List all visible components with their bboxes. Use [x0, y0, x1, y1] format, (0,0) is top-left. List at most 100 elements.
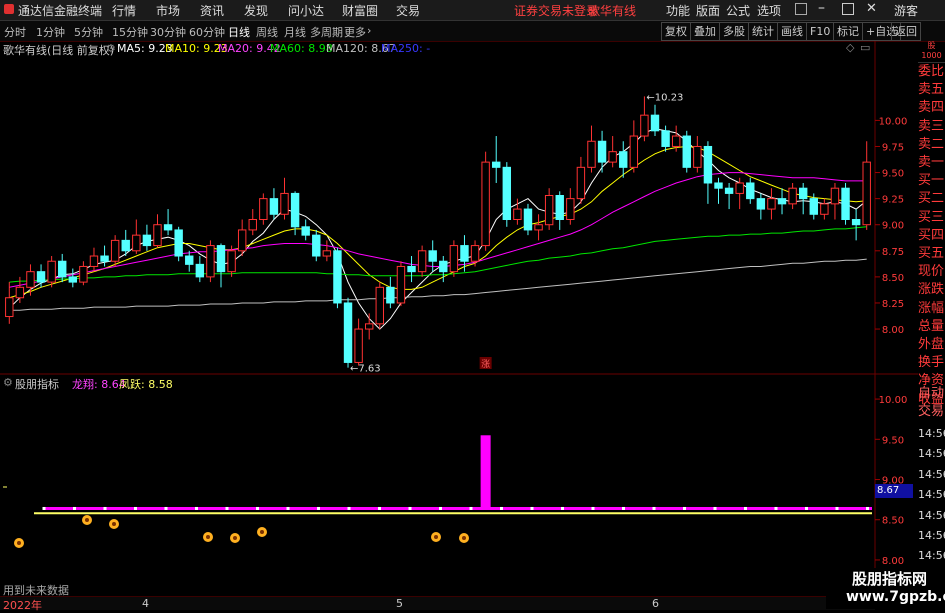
period-60min[interactable]: 60分钟: [189, 24, 225, 40]
period-monthly[interactable]: 月线: [284, 24, 306, 40]
period-30min[interactable]: 30分钟: [150, 24, 186, 40]
side-item-3[interactable]: 卖三: [918, 118, 945, 136]
menu-zixun[interactable]: 资讯: [200, 2, 224, 19]
menu-xuanxiang[interactable]: 选项: [757, 2, 781, 19]
candle-body: [767, 198, 776, 210]
period-daily[interactable]: 日线: [228, 24, 250, 40]
period-weekly[interactable]: 周线: [256, 24, 278, 40]
candle-body: [714, 182, 723, 189]
candle-body: [756, 198, 766, 210]
period-1min[interactable]: 1分钟: [36, 24, 65, 40]
candle-body: [121, 239, 130, 252]
diejia-button[interactable]: 叠加: [690, 22, 720, 41]
stock-title: 歌华有线(日线 前复权): [3, 44, 115, 57]
menu-gongneng[interactable]: 功能: [666, 2, 690, 19]
side-item-9[interactable]: 买四: [918, 227, 945, 245]
menu-faxian[interactable]: 发现: [244, 2, 268, 19]
diamond-icon[interactable]: ◇: [846, 41, 854, 54]
side-item-13[interactable]: 涨幅: [918, 300, 945, 318]
candle-body: [746, 182, 755, 200]
candle-body: [322, 250, 332, 257]
candle-body: [619, 151, 628, 168]
menu-banmian[interactable]: 版面: [696, 2, 720, 19]
menu-gongshi[interactable]: 公式: [726, 2, 750, 19]
longxiang-label: 龙翔: 8.64: [72, 378, 126, 391]
longxiang-dot: [195, 506, 198, 510]
side-item-7[interactable]: 买二: [918, 190, 945, 208]
side-item-2[interactable]: 卖四: [918, 99, 945, 117]
fuquan-button[interactable]: 复权: [661, 22, 691, 41]
guest-label[interactable]: 游客: [894, 2, 918, 19]
candle-body: [185, 255, 194, 265]
side-item-25[interactable]: 14:56: [918, 507, 945, 525]
side-item-24[interactable]: 14:56: [918, 486, 945, 504]
year-label: 2022年: [3, 599, 42, 612]
period-15min[interactable]: 15分钟: [112, 24, 148, 40]
menu-caifuquan[interactable]: 财富圈: [342, 2, 378, 19]
f10-button[interactable]: F10: [806, 22, 835, 41]
maximize-icon[interactable]: [842, 3, 854, 15]
candle-body: [36, 271, 46, 283]
side-item-19[interactable]: 自动: [918, 385, 945, 403]
side-item-15[interactable]: 外盘: [918, 336, 945, 354]
side-item-21[interactable]: 14:56: [918, 425, 945, 443]
side-item-6[interactable]: 买一: [918, 172, 945, 190]
menu-wenxiaoda[interactable]: 问小达: [288, 2, 324, 19]
y-tick-label: 8.25: [882, 299, 904, 310]
menu-jiaoyi[interactable]: 交易: [396, 2, 420, 19]
side-item-23[interactable]: 14:56: [918, 466, 945, 484]
window-mode-icon[interactable]: [795, 3, 807, 15]
login-status[interactable]: 证券交易未登录: [514, 2, 598, 19]
menu-hangqing[interactable]: 行情: [112, 2, 136, 19]
period-5min[interactable]: 5分钟: [74, 24, 103, 40]
period-multi[interactable]: 多周期: [310, 24, 343, 40]
longxiang-dot: [225, 506, 229, 510]
side-item-5[interactable]: 卖一: [918, 154, 945, 172]
app-logo-icon: [4, 4, 14, 14]
candle-body: [703, 145, 713, 184]
side-item-11[interactable]: 现价: [918, 263, 945, 281]
price-axis: 10.00 9.75 9.50 9.25 9.00 8.75 8.50 8.25 8.00: [875, 116, 907, 336]
side-item-16[interactable]: 换手: [918, 354, 945, 372]
more-chevron-icon[interactable]: ›: [367, 24, 371, 37]
side-item-22[interactable]: 14:56: [918, 445, 945, 463]
candle-body: [216, 245, 226, 273]
side-item-27[interactable]: 14:56: [918, 547, 945, 565]
period-more[interactable]: 更多: [344, 24, 366, 40]
duogu-button[interactable]: 多股: [719, 22, 749, 41]
candle-body: [364, 323, 374, 330]
candle-body: [608, 151, 617, 163]
sub-y-tick-label: 8.00: [882, 556, 904, 567]
side-item-12[interactable]: 涨跌: [918, 281, 945, 299]
kline-chart[interactable]: ←10.23 ←7.63 涨 10.00 9.75 9.50 9.25 9.00 8.75 8.…: [0, 41, 918, 609]
side-item-20[interactable]: 交易: [918, 403, 945, 421]
side-item-4[interactable]: 卖二: [918, 136, 945, 154]
side-item-0[interactable]: 委比: [918, 63, 945, 81]
huaxian-button[interactable]: 画线: [777, 22, 807, 41]
candle-body: [195, 263, 205, 278]
candle-body: [650, 114, 660, 132]
expand-icon[interactable]: ▭: [860, 41, 870, 54]
longxiang-dot: [73, 506, 76, 510]
side-item-10[interactable]: 买五: [918, 245, 945, 263]
candlesticks: ←10.23 ←7.63 涨: [5, 92, 871, 375]
biaoji-button[interactable]: 标记: [833, 22, 863, 41]
sub-gear-icon[interactable]: ⚙: [3, 376, 13, 389]
candle-body: [301, 226, 310, 236]
back-button[interactable]: 返回: [891, 22, 921, 41]
candle-body: [174, 229, 183, 257]
longxiang-dot: [134, 506, 137, 510]
minimize-icon[interactable]: –: [818, 0, 825, 16]
ma60-label: MA60: 8.98: [270, 42, 333, 55]
side-item-26[interactable]: 14:56: [918, 527, 945, 545]
settings-gear-icon[interactable]: ⚙: [106, 42, 116, 55]
menu-shichang[interactable]: 市场: [156, 2, 180, 19]
y-tick-label: 8.50: [882, 273, 904, 284]
tongji-button[interactable]: 统计: [748, 22, 778, 41]
period-fenshi[interactable]: 分时: [4, 24, 26, 40]
candle-body: [15, 286, 25, 299]
side-item-8[interactable]: 买三: [918, 209, 945, 227]
side-item-14[interactable]: 总量: [918, 318, 945, 336]
side-item-1[interactable]: 卖五: [918, 81, 945, 99]
close-icon[interactable]: ✕: [866, 1, 877, 16]
